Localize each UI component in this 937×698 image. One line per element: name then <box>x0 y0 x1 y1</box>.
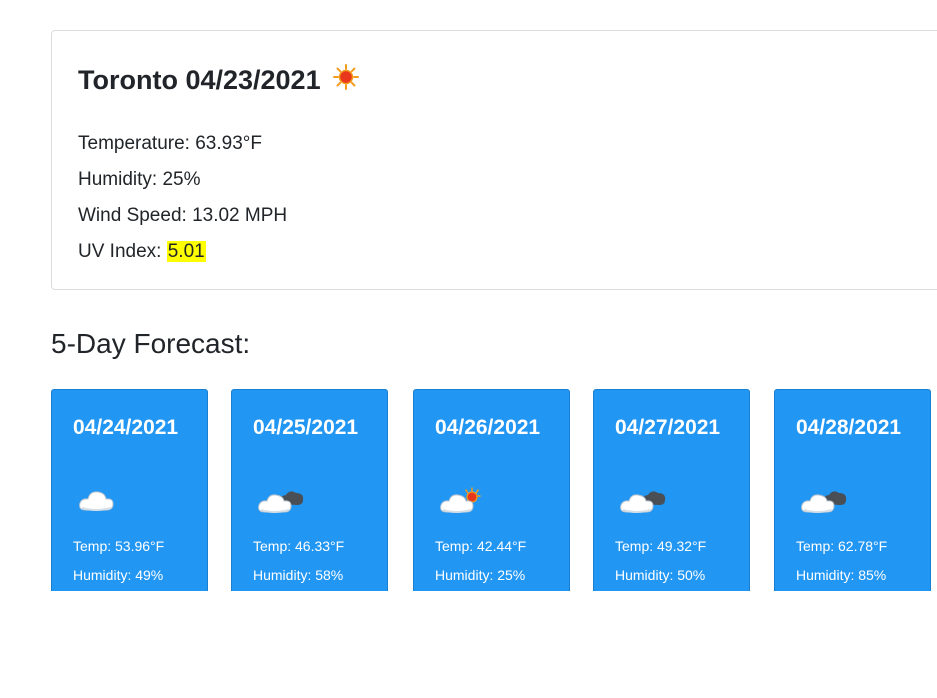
forecast-date: 04/28/2021 <box>796 416 902 439</box>
forecast-heading: 5-Day Forecast: <box>51 328 251 359</box>
forecast-temp: Temp: 49.32°F <box>615 538 707 554</box>
sun-icon <box>332 63 359 90</box>
clouds-icon <box>256 486 306 516</box>
sun-cloud-icon <box>438 486 488 516</box>
forecast-humidity: Humidity: 58% <box>253 567 344 583</box>
uv-index-label: UV Index: <box>78 241 167 262</box>
uv-index-row: UV Index: 5.01 <box>78 241 206 263</box>
uv-index-badge: 5.01 <box>166 241 206 262</box>
cloud-icon <box>76 486 126 516</box>
forecast-temp: Temp: 53.96°F <box>73 538 165 554</box>
clouds-icon <box>618 486 668 516</box>
temperature-text: Temperature: 63.93°F <box>78 133 262 154</box>
forecast-card: 04/24/2021 Temp: 53.96°F Humidity: 49% <box>51 389 208 591</box>
forecast-date: 04/24/2021 <box>73 416 179 439</box>
forecast-humidity: Humidity: 49% <box>73 567 164 583</box>
forecast-card: 04/28/2021 Temp: 62.78°F Humidity: 85% <box>774 389 931 591</box>
clouds-icon <box>799 486 849 516</box>
forecast-humidity: Humidity: 85% <box>796 567 887 583</box>
forecast-date: 04/26/2021 <box>435 416 541 439</box>
forecast-date: 04/25/2021 <box>253 416 359 439</box>
current-weather-card: Toronto 04/23/2021 Temperature: 63.93°F … <box>51 30 937 290</box>
city-date-text: Toronto 04/23/2021 <box>78 65 321 95</box>
forecast-temp: Temp: 46.33°F <box>253 538 345 554</box>
forecast-humidity: Humidity: 50% <box>615 567 706 583</box>
forecast-temp: Temp: 62.78°F <box>796 538 888 554</box>
forecast-card: 04/26/2021 Temp: 42.44°F Humidity: 25% <box>413 389 570 591</box>
city-date-title: Toronto 04/23/2021 <box>78 63 359 96</box>
forecast-humidity: Humidity: 25% <box>435 567 526 583</box>
humidity-text: Humidity: 25% <box>78 169 201 190</box>
forecast-card: 04/25/2021 Temp: 46.33°F Humidity: 58% <box>231 389 388 591</box>
forecast-temp: Temp: 42.44°F <box>435 538 527 554</box>
forecast-date: 04/27/2021 <box>615 416 721 439</box>
forecast-card: 04/27/2021 Temp: 49.32°F Humidity: 50% <box>593 389 750 591</box>
wind-speed-text: Wind Speed: 13.02 MPH <box>78 205 288 226</box>
